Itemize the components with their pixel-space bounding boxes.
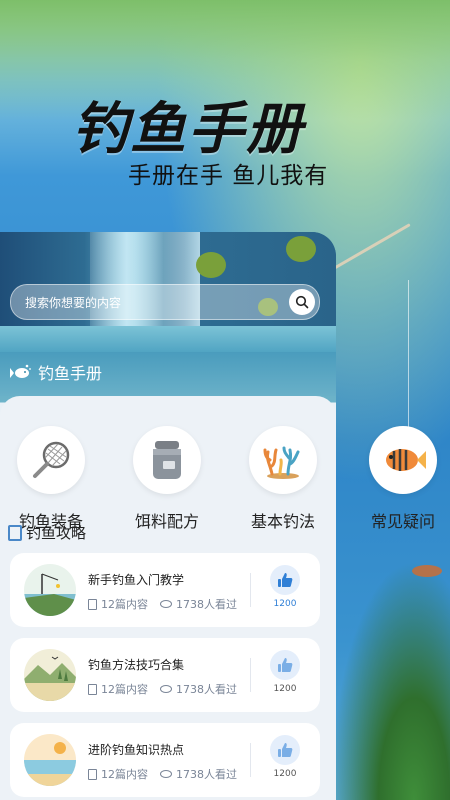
guide-card-title: 钓鱼方法技巧合集 [88,658,185,672]
like-count: 1200 [273,769,297,779]
card-divider [250,573,251,607]
category-bait[interactable]: 饵料配方 [122,426,212,532]
thumbs-up-icon [278,743,293,757]
like-circle [270,565,300,595]
like-circle [270,735,300,765]
fishing-scene-icon [24,564,76,616]
bait-jar-icon [153,441,181,479]
eye-icon [160,685,172,693]
lake-scene-icon [24,649,76,701]
document-icon [88,598,97,610]
content-count: 12篇内容 [101,683,148,696]
content-count: 12篇内容 [101,598,148,611]
document-icon [88,768,97,780]
eye-icon [160,770,172,778]
background-reeds [330,560,450,800]
app-title: 钓鱼手册 [72,97,304,162]
guide-thumbnail [24,564,76,616]
section-title: 钓鱼手册 [10,360,102,384]
content-count: 12篇内容 [101,768,148,781]
guide-card-title: 进阶钓鱼知识热点 [88,743,185,757]
like-count: 1200 [273,684,297,694]
like-button[interactable]: 1200 [268,735,302,779]
view-count: 1738人看过 [176,768,237,781]
like-button[interactable]: 1200 [268,650,302,694]
card-divider [250,743,251,777]
category-bait-circle [133,426,201,494]
guide-card-meta: 12篇内容 1738人看过 [88,596,237,612]
guide-thumbnail [24,649,76,701]
category-equipment-circle [17,426,85,494]
guide-card-meta: 12篇内容 1738人看过 [88,681,237,697]
guide-section-title: 钓鱼攻略 [8,522,86,543]
guide-card-meta: 12篇内容 1738人看过 [88,766,237,782]
beach-scene-icon [24,734,76,786]
guide-card-title: 新手钓鱼入门教学 [88,573,185,587]
guide-card[interactable]: 进阶钓鱼知识热点 12篇内容 1738人看过 1200 [10,723,320,797]
search-bar[interactable]: 搜索你想要的内容 [10,284,320,320]
fishing-net-icon [33,441,70,478]
category-faq[interactable]: 常见疑问 [360,426,446,532]
document-icon [88,683,97,695]
book-icon [8,524,22,541]
category-label: 基本钓法 [250,512,315,531]
thumbs-up-icon [278,573,293,587]
thumbs-up-icon [278,658,293,672]
fish-logo-icon [10,364,31,378]
category-label: 饵料配方 [134,512,199,531]
guide-card[interactable]: 新手钓鱼入门教学 12篇内容 1738人看过 1200 [10,553,320,627]
view-count: 1738人看过 [176,598,237,611]
search-placeholder[interactable]: 搜索你想要的内容 [25,294,121,311]
fish-icon [386,449,426,471]
like-count: 1200 [273,599,297,609]
guide-thumbnail [24,734,76,786]
category-equipment[interactable]: 钓鱼装备 [6,426,96,532]
guide-section-title-text: 钓鱼攻略 [26,524,87,542]
view-count: 1738人看过 [176,683,237,696]
like-button[interactable]: 1200 [268,565,302,609]
card-divider [250,658,251,692]
content-area: 钓鱼装备 饵料配方 基本钓法 钓鱼攻略 新手钓鱼入门教学 12篇内容 1738人… [0,396,336,800]
like-circle [270,650,300,680]
coral-icon [263,446,300,479]
search-button[interactable] [289,289,315,315]
category-faq-circle [369,426,437,494]
app-subtitle: 手册在手 鱼儿我有 [128,163,329,189]
background-fish-illustration [412,565,442,577]
section-title-text: 钓鱼手册 [38,364,103,383]
category-basics[interactable]: 基本钓法 [238,426,328,532]
guide-card[interactable]: 钓鱼方法技巧合集 12篇内容 1738人看过 1200 [10,638,320,712]
tree-illustration [286,236,316,262]
tree-illustration [196,252,226,278]
eye-icon [160,600,172,608]
category-basics-circle [249,426,317,494]
search-icon [295,295,309,309]
category-label: 常见疑问 [370,512,435,531]
main-panel: 搜索你想要的内容 钓鱼手册 钓鱼装备 饵料配方 基本钓法 钓鱼攻略 新手钓鱼入门… [0,232,336,800]
